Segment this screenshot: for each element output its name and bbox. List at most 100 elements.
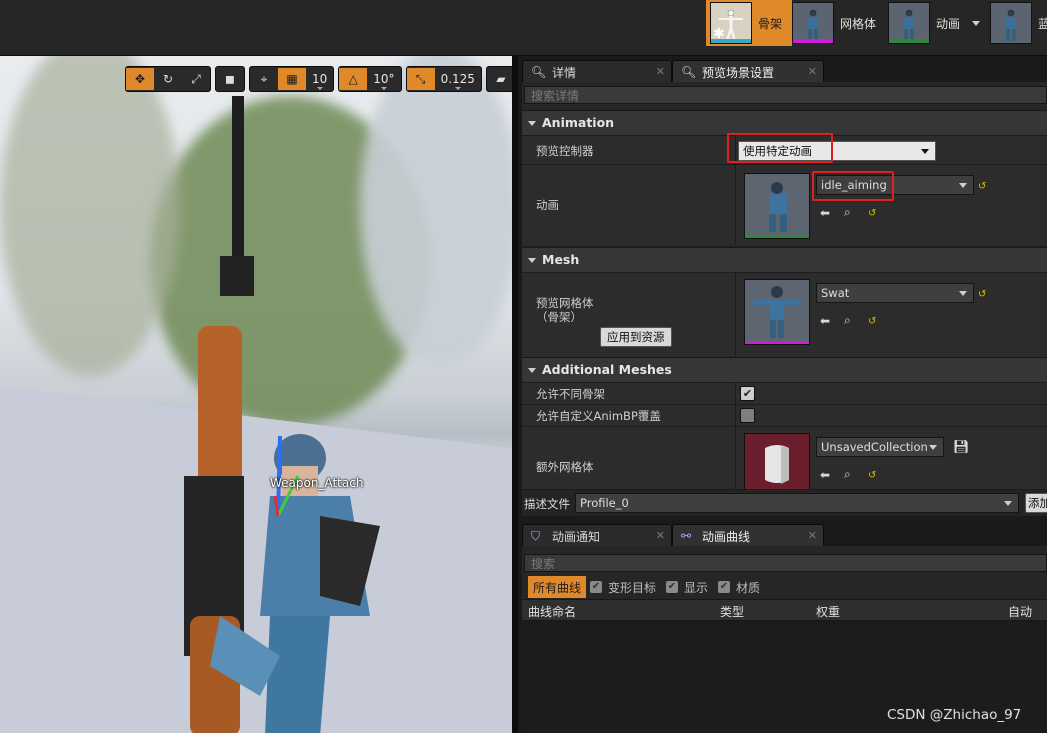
additional-meshes-thumbnail[interactable] xyxy=(744,433,810,489)
close-icon[interactable]: ✕ xyxy=(656,529,665,542)
camera-speed-group: ▰ 4 xyxy=(485,66,512,92)
reset-to-default-icon[interactable]: ↺ xyxy=(868,470,876,481)
browse-magnifier-icon[interactable]: ⌕ xyxy=(844,313,851,328)
animation-asset-row: 动画 idle_aiming ↺ ⬅ ⌕ ↺ xyxy=(522,164,1047,245)
details-search-input[interactable]: 搜索详情 xyxy=(524,86,1047,104)
grid-snap-value[interactable]: 10 xyxy=(306,72,333,90)
tab-anim-curves[interactable]: ⚯ 动画曲线 ✕ xyxy=(672,524,824,547)
curves-panel: 搜索 所有曲线 ✔ 变形目标 ✔ 显示 ✔ 材质 曲线命名 类型 权重 自动 xyxy=(522,546,1047,733)
viewport-toolbar: ✥ ↻ ⤢ ◼ ⌖ ▦ 10 △ 10° ⤡ 0.125 ▰ 4 xyxy=(125,66,512,92)
chevron-down-icon xyxy=(959,183,967,188)
show-filter[interactable]: ✔ 显示 xyxy=(666,576,708,598)
notify-icon: ⛉ xyxy=(531,529,541,543)
animation-asset-label: 动画 xyxy=(536,198,559,212)
blueprint-mode-button[interactable]: 蓝 xyxy=(990,0,1047,46)
category-additional-meshes[interactable]: Additional Meshes xyxy=(522,357,1047,382)
rotation-snap-group: △ 10° xyxy=(338,66,402,92)
category-animation[interactable]: Animation xyxy=(522,110,1047,135)
animation-mode-button[interactable]: 动画 xyxy=(888,0,981,46)
scale-snap-icon[interactable]: ⤡ xyxy=(406,68,435,90)
tab-anim-notifies[interactable]: ⛉ 动画通知 ✕ xyxy=(522,524,672,547)
materials-filter[interactable]: ✔ 材质 xyxy=(718,576,760,598)
morph-targets-label: 变形目标 xyxy=(608,580,657,595)
rotation-snap-value[interactable]: 10° xyxy=(367,72,400,90)
morph-targets-filter[interactable]: ✔ 变形目标 xyxy=(590,576,656,598)
allow-custom-animbp-label: 允许自定义AnimBP覆盖 xyxy=(536,409,661,423)
tab-details[interactable]: 🔍︎ 详情 ✕ xyxy=(522,60,672,83)
curves-tabbar: ⛉ 动画通知 ✕ ⚯ 动画曲线 ✕ xyxy=(518,522,1047,547)
tab-details-label: 详情 xyxy=(552,65,577,80)
preview-mesh-thumbnail[interactable] xyxy=(744,279,810,345)
collapse-triangle-icon xyxy=(528,258,536,263)
preview-mesh-row: 预览网格体 （骨架） 应用到资源 Swat ↺ ⬅ ⌕ ↺ xyxy=(522,272,1047,357)
reset-to-default-icon[interactable]: ↺ xyxy=(868,316,876,327)
materials-label: 材质 xyxy=(736,580,761,595)
tab-anim-curves-label: 动画曲线 xyxy=(702,529,751,544)
coordinate-space: ◼ xyxy=(215,66,245,92)
save-icon[interactable]: 💾︎ xyxy=(953,440,970,455)
curves-search-input[interactable]: 搜索 xyxy=(524,554,1047,572)
reset-to-default-icon[interactable]: ↺ xyxy=(868,208,876,219)
allow-custom-animbp-checkbox[interactable] xyxy=(740,408,755,423)
close-icon[interactable]: ✕ xyxy=(808,529,817,542)
details-tabbar: 🔍︎ 详情 ✕ 🔍︎ 预览场景设置 ✕ xyxy=(518,58,1047,83)
chevron-down-icon xyxy=(921,149,929,154)
character-figure-icon xyxy=(753,286,801,338)
column-curve-name[interactable]: 曲线命名 xyxy=(528,603,576,620)
preview-viewport[interactable]: Weapon_Attach ✥ ↻ ⤢ ◼ ⌖ ▦ 10 △ 10° ⤡ 0.1… xyxy=(0,56,512,733)
character-figure-icon xyxy=(1006,9,1016,41)
world-cube-icon[interactable]: ◼ xyxy=(216,68,244,90)
column-type[interactable]: 类型 xyxy=(720,603,744,620)
category-mesh-title: Mesh xyxy=(542,252,580,267)
tab-preview-scene[interactable]: 🔍︎ 预览场景设置 ✕ xyxy=(672,60,824,83)
preview-controller-label: 预览控制器 xyxy=(536,144,594,158)
show-label: 显示 xyxy=(684,580,709,595)
category-additional-meshes-title: Additional Meshes xyxy=(542,362,672,377)
use-selected-arrow-icon[interactable]: ⬅ xyxy=(820,468,830,482)
reset-to-default-icon[interactable]: ↺ xyxy=(978,181,986,192)
category-mesh[interactable]: Mesh xyxy=(522,247,1047,272)
skeleton-mode-button[interactable]: ✱ 骨架 xyxy=(706,0,792,46)
watermark: CSDN @Zhichao_97 xyxy=(887,707,1022,723)
chevron-down-icon xyxy=(959,291,967,296)
translate-icon[interactable]: ✥ xyxy=(126,68,154,90)
profile-label: 描述文件 xyxy=(524,497,570,511)
all-curves-filter[interactable]: 所有曲线 xyxy=(528,576,587,598)
collection-asset-icon xyxy=(765,445,789,484)
chevron-down-icon[interactable] xyxy=(972,20,981,26)
chevron-down-icon xyxy=(929,445,937,450)
apply-to-asset-button[interactable]: 应用到资源 xyxy=(600,327,672,347)
mesh-mode-button[interactable]: 网格体 xyxy=(792,0,876,46)
chevron-down-icon xyxy=(1004,501,1012,506)
scale-icon[interactable]: ⤢ xyxy=(182,68,210,90)
add-profile-button[interactable]: 添加 xyxy=(1025,493,1047,513)
animation-asset-thumbnail[interactable] xyxy=(744,173,810,239)
additional-meshes-combo[interactable]: UnsavedCollection xyxy=(816,437,944,457)
preview-mesh-sublabel: （骨架） xyxy=(536,310,582,324)
reset-to-default-icon[interactable]: ↺ xyxy=(978,289,986,300)
surface-snap-icon[interactable]: ⌖ xyxy=(250,68,278,90)
preview-mesh-combo[interactable]: Swat xyxy=(816,283,974,303)
column-weight[interactable]: 权重 xyxy=(816,603,840,620)
blueprint-mode-label: 蓝 xyxy=(1038,16,1047,31)
animation-mode-label: 动画 xyxy=(936,16,961,31)
allow-different-skeleton-checkbox[interactable]: ✔ xyxy=(740,386,755,401)
character-figure-icon xyxy=(904,9,914,41)
browse-magnifier-icon[interactable]: ⌕ xyxy=(844,467,851,482)
grid-snap-icon[interactable]: ▦ xyxy=(278,68,306,90)
tab-preview-scene-label: 预览场景设置 xyxy=(702,65,775,80)
use-selected-arrow-icon[interactable]: ⬅ xyxy=(820,314,830,328)
use-selected-arrow-icon[interactable]: ⬅ xyxy=(820,206,830,220)
mode-toolbar: ✱ 骨架 网格体 动画 蓝 xyxy=(0,0,1047,56)
camera-icon[interactable]: ▰ xyxy=(487,68,512,90)
angle-snap-icon[interactable]: △ xyxy=(339,68,368,90)
close-icon[interactable]: ✕ xyxy=(808,65,817,78)
column-auto[interactable]: 自动 xyxy=(1008,603,1032,620)
browse-magnifier-icon[interactable]: ⌕ xyxy=(844,205,851,220)
additional-meshes-row: 额外网格体 UnsavedCollection 💾︎ ⬅ ⌕ ↺ xyxy=(522,426,1047,489)
close-icon[interactable]: ✕ xyxy=(656,65,665,78)
collapse-triangle-icon xyxy=(528,121,536,126)
profile-combo[interactable]: Profile_0 xyxy=(575,493,1019,513)
scale-snap-value[interactable]: 0.125 xyxy=(435,72,481,90)
rotate-icon[interactable]: ↻ xyxy=(154,68,182,90)
